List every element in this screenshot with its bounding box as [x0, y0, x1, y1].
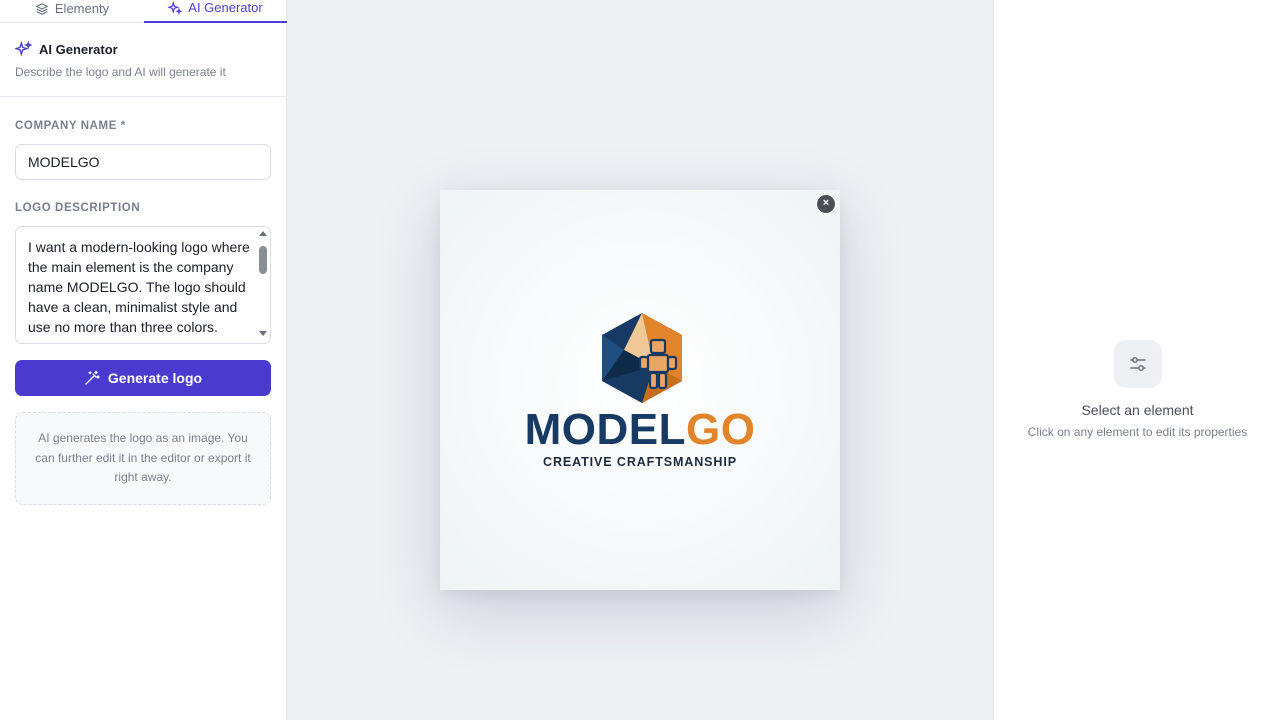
scrollbar-thumb[interactable]	[259, 246, 267, 274]
logo-wordmark: MODELGO	[440, 404, 840, 456]
tab-elementy-label: Elementy	[54, 1, 110, 16]
generator-title: AI Generator	[39, 42, 118, 57]
generate-logo-label: Generate logo	[107, 370, 203, 386]
tab-elementy[interactable]: Elementy	[0, 0, 144, 23]
company-name-input[interactable]	[15, 144, 271, 180]
info-box: AI generates the logo as an image. You c…	[15, 412, 271, 505]
sliders-icon	[1114, 340, 1162, 388]
scroll-up-arrow-icon[interactable]	[259, 231, 267, 236]
close-icon[interactable]: ×	[816, 194, 836, 214]
info-text: AI generates the logo as an image. You c…	[35, 431, 251, 485]
logo-mark-icon	[602, 313, 682, 403]
properties-panel: Select an element Click on any element t…	[993, 0, 1280, 720]
tab-ai-generator-label: AI Generator	[188, 0, 263, 15]
magic-wand-icon	[85, 370, 100, 385]
panel-tabs: Elementy AI Generator	[0, 0, 287, 23]
logo-wordmark-model: MODEL	[524, 405, 686, 454]
left-panel: Elementy AI Generator AI Generator Descr…	[0, 0, 287, 720]
divider	[0, 96, 287, 97]
generate-logo-button[interactable]: Generate logo	[15, 360, 271, 396]
empty-state-title: Select an element	[1081, 402, 1194, 418]
logo-wordmark-go: GO	[685, 405, 756, 454]
tab-ai-generator[interactable]: AI Generator	[144, 0, 287, 23]
generator-subtitle: Describe the logo and AI will generate i…	[15, 65, 226, 79]
layers-icon	[35, 2, 49, 15]
logo-description-label: LOGO DESCRIPTION	[15, 202, 141, 214]
empty-state-subtitle: Click on any element to edit its propert…	[1027, 425, 1248, 439]
scroll-down-arrow-icon[interactable]	[259, 331, 267, 336]
logo-description-text: I want a modern-looking logo where the m…	[28, 239, 250, 335]
sparkles-icon	[15, 41, 32, 57]
generator-header: AI Generator Describe the logo and AI wi…	[15, 41, 226, 79]
logo-tagline: CREATIVE CRAFTSMANSHIP	[543, 455, 737, 469]
sparkles-icon	[168, 0, 183, 15]
logo-description-textarea[interactable]: I want a modern-looking logo where the m…	[15, 226, 271, 344]
company-name-label: COMPANY NAME *	[15, 120, 126, 132]
